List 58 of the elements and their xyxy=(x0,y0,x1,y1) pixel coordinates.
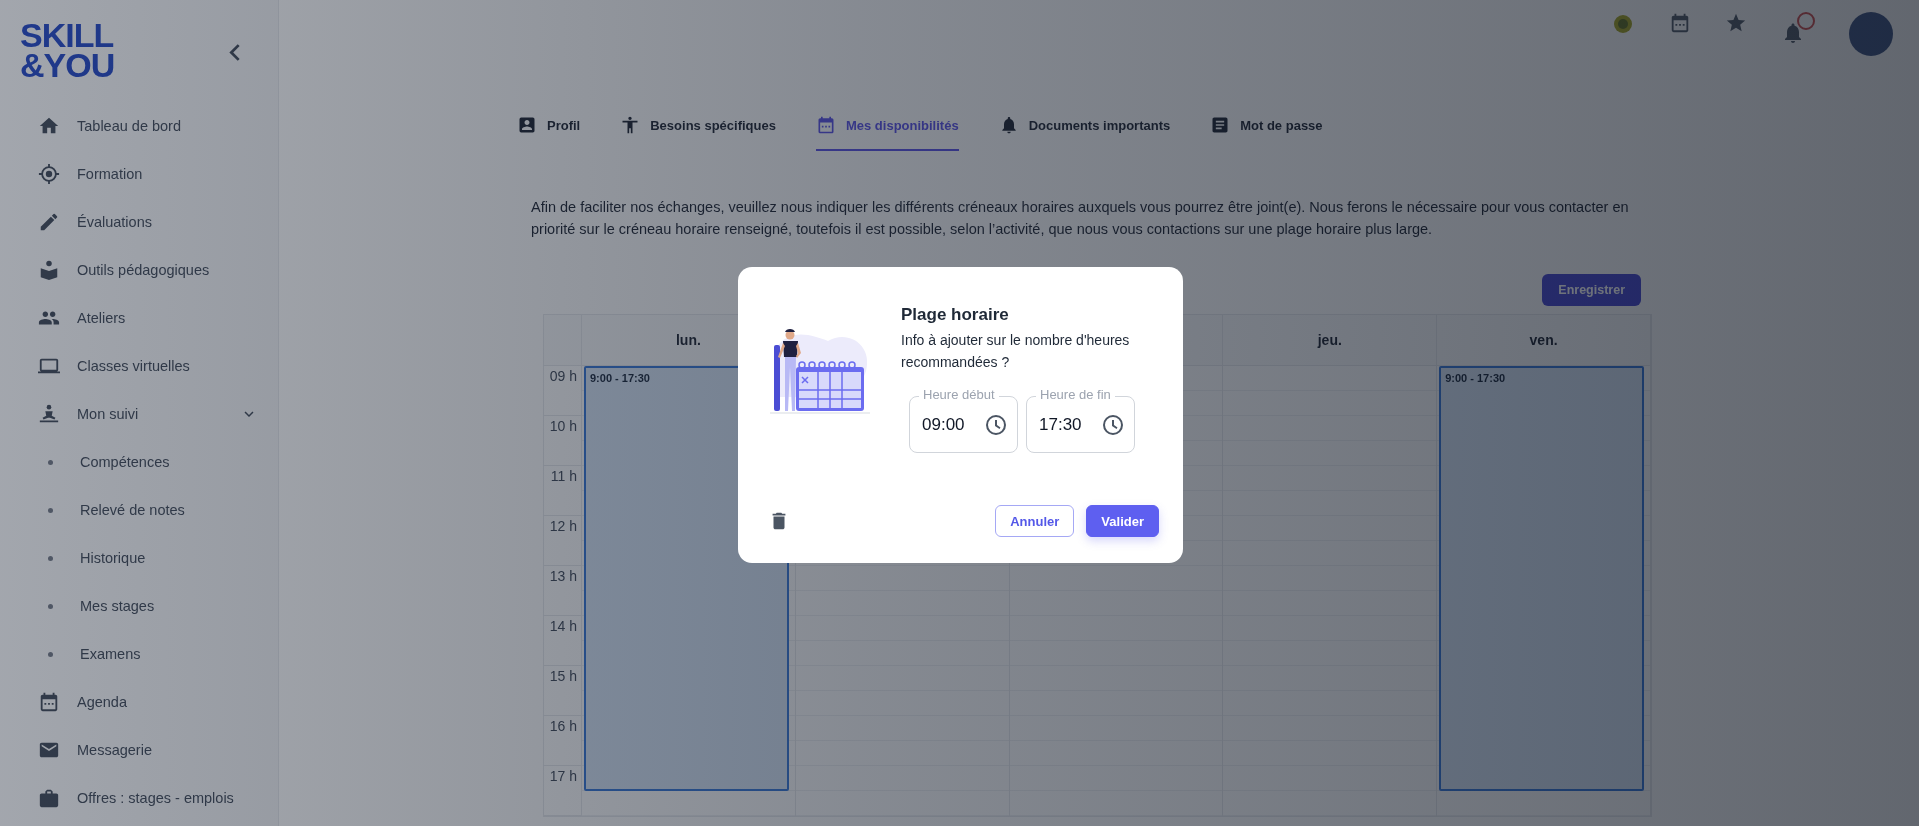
day-header: ven. xyxy=(1437,315,1651,366)
dialog-text: Info à ajouter sur le nombre d'heures recommandées ? xyxy=(901,331,1131,372)
coin-icon xyxy=(1611,12,1635,36)
bullet-icon xyxy=(48,507,53,513)
sidebar-item[interactable]: Ateliers xyxy=(0,294,278,342)
sidebar-item[interactable]: Évaluations xyxy=(0,198,278,246)
sidebar-item[interactable]: Formation xyxy=(0,150,278,198)
sidebar-item[interactable]: Messagerie xyxy=(0,726,278,774)
sidebar-subitem[interactable]: Historique xyxy=(0,534,278,582)
save-button[interactable]: Enregistrer xyxy=(1542,274,1641,306)
account-icon xyxy=(517,115,537,135)
coin-button[interactable] xyxy=(1611,12,1635,36)
pencil-icon xyxy=(38,211,60,233)
briefcase-icon xyxy=(38,787,60,809)
sidebar-item[interactable]: Agenda xyxy=(0,678,278,726)
sidebar-item[interactable]: Offres : stages - emplois xyxy=(0,774,278,822)
sidebar-subitem[interactable]: Compétences xyxy=(0,438,278,486)
time-field[interactable]: Heure de fin 17:30 xyxy=(1026,387,1135,453)
tab[interactable]: Documents importants xyxy=(998,103,1171,151)
calendar-icon xyxy=(38,691,60,713)
confirm-button[interactable]: Valider xyxy=(1086,505,1159,537)
clock-icon xyxy=(1101,413,1125,437)
collapse-button[interactable] xyxy=(229,44,240,61)
sidebar-subitem[interactable]: Examens xyxy=(0,630,278,678)
bullet-icon xyxy=(48,555,53,561)
dialog-title: Plage horaire xyxy=(901,305,1010,325)
book-icon xyxy=(38,259,60,281)
bullet-icon xyxy=(48,603,53,609)
bullet-icon xyxy=(48,459,53,465)
chevron-left-icon xyxy=(229,44,240,61)
calendar-button[interactable] xyxy=(1669,12,1691,34)
tab[interactable]: Besoins spécifiques xyxy=(620,103,776,151)
star-icon xyxy=(1725,12,1747,34)
meditating-person-icon xyxy=(38,403,60,425)
sidebar-item[interactable]: Tableau de bord xyxy=(0,102,278,150)
sidebar-item[interactable]: Outils pédagogiques xyxy=(0,246,278,294)
star-button[interactable] xyxy=(1725,12,1747,34)
bullet-icon xyxy=(48,651,53,657)
avatar[interactable] xyxy=(1849,12,1893,56)
accessibility-icon xyxy=(620,115,641,135)
calendar-event[interactable]: 9:00 - 17:30 xyxy=(1439,366,1644,791)
document-icon xyxy=(1210,115,1231,135)
tab[interactable]: Profil xyxy=(517,103,581,151)
tab[interactable]: Mes disponibilités xyxy=(815,103,959,151)
cancel-button[interactable]: Annuler xyxy=(995,505,1075,537)
sidebar-item[interactable]: Classes virtuelles xyxy=(0,342,278,390)
target-icon xyxy=(38,163,60,185)
sidebar-subitem[interactable]: Mes stages xyxy=(0,582,278,630)
sidebar-item[interactable]: Mon suivi xyxy=(0,390,278,438)
sidebar-subitem[interactable]: Relevé de notes xyxy=(0,486,278,534)
intro-text: Afin de faciliter nos échanges, veuillez nous indiquer les différents créneaux horaires auxquels vous pourrez être joint(e). Nous ferons le nécessaire pour vous contacter en priorité sur le créneau horaire renseigné, toutefois il est possible, selon l’activité, que nous vous contactions sur une plage horaire plus large. xyxy=(531,198,1630,239)
calendar-icon xyxy=(1669,12,1691,34)
clock-icon xyxy=(984,413,1008,437)
notification-badge xyxy=(1797,12,1815,30)
logo: SKILL &YOU xyxy=(20,20,115,80)
tab[interactable]: Mot de passe xyxy=(1210,103,1323,151)
day-header: jeu. xyxy=(1223,315,1438,366)
time-field[interactable]: Heure début 09:00 xyxy=(909,387,1018,453)
